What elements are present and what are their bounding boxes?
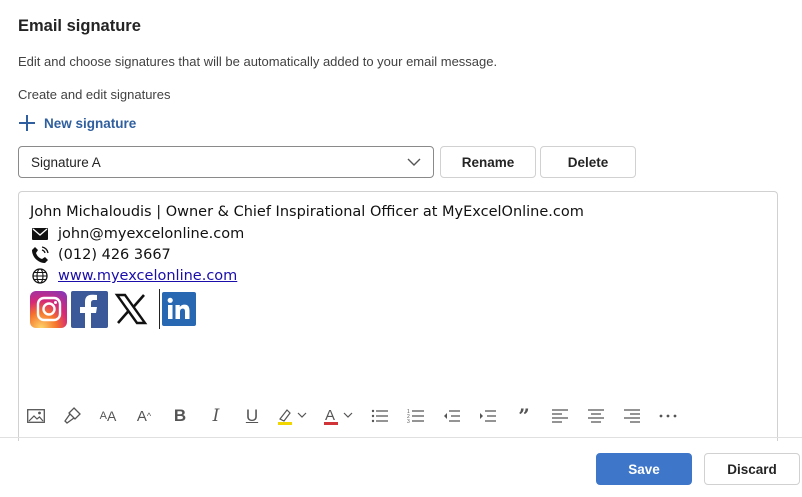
format-painter-icon[interactable]: [54, 404, 90, 428]
italic-icon[interactable]: I: [198, 404, 234, 428]
signature-website-row: www.myexcelonline.com: [30, 267, 237, 285]
font-size-icon[interactable]: AA: [90, 404, 126, 428]
signature-website-link[interactable]: www.myexcelonline.com: [58, 268, 237, 284]
signature-phone: (012) 426 3667: [58, 247, 171, 263]
signature-email: john@myexcelonline.com: [58, 226, 245, 242]
delete-button[interactable]: Delete: [540, 146, 636, 178]
new-signature-button[interactable]: New signature: [18, 114, 136, 132]
align-right-icon[interactable]: [614, 404, 650, 428]
page-title: Email signature: [18, 17, 141, 35]
formatting-toolbar: AA A ^ B I U A 123 ”: [18, 404, 686, 428]
section-label: Create and edit signatures: [18, 87, 171, 102]
highlight-icon[interactable]: [270, 404, 316, 428]
bullets-icon[interactable]: [362, 404, 398, 428]
instagram-icon[interactable]: [30, 290, 67, 328]
rename-button[interactable]: Rename: [440, 146, 536, 178]
text-cursor: [159, 289, 160, 329]
signature-email-row: john@myexcelonline.com: [30, 225, 244, 243]
insert-picture-icon[interactable]: [18, 404, 54, 428]
underline-icon[interactable]: U: [234, 404, 270, 428]
x-icon[interactable]: [112, 290, 149, 328]
discard-button[interactable]: Discard: [704, 453, 800, 485]
font-color-icon[interactable]: A: [316, 404, 362, 428]
globe-icon: [30, 267, 50, 285]
phone-icon: [30, 246, 50, 264]
signature-phone-row: (012) 426 3667: [30, 246, 171, 264]
envelope-icon: [30, 225, 50, 243]
decrease-indent-icon[interactable]: [434, 404, 470, 428]
chevron-down-icon: [407, 158, 421, 166]
signature-select[interactable]: Signature A: [18, 146, 434, 178]
increase-indent-icon[interactable]: [470, 404, 506, 428]
more-options-icon[interactable]: [650, 404, 686, 428]
footer-divider: [0, 437, 802, 438]
quote-icon[interactable]: ”: [506, 404, 542, 428]
new-signature-label: New signature: [44, 115, 137, 131]
bold-icon[interactable]: B: [162, 404, 198, 428]
linkedin-icon[interactable]: [162, 292, 196, 326]
svg-text:A: A: [325, 407, 335, 424]
signature-name-line: John Michaloudis | Owner & Chief Inspira…: [30, 204, 584, 220]
increase-font-icon[interactable]: A ^: [126, 404, 162, 428]
plus-icon: [19, 115, 35, 131]
save-button[interactable]: Save: [596, 453, 692, 485]
svg-text:3: 3: [407, 419, 410, 423]
numbering-icon[interactable]: 123: [398, 404, 434, 428]
page-description: Edit and choose signatures that will be …: [18, 54, 498, 69]
align-center-icon[interactable]: [578, 404, 614, 428]
align-left-icon[interactable]: [542, 404, 578, 428]
social-icons-row: [30, 289, 196, 329]
facebook-icon[interactable]: [71, 290, 108, 328]
signature-select-value: Signature A: [31, 154, 101, 170]
